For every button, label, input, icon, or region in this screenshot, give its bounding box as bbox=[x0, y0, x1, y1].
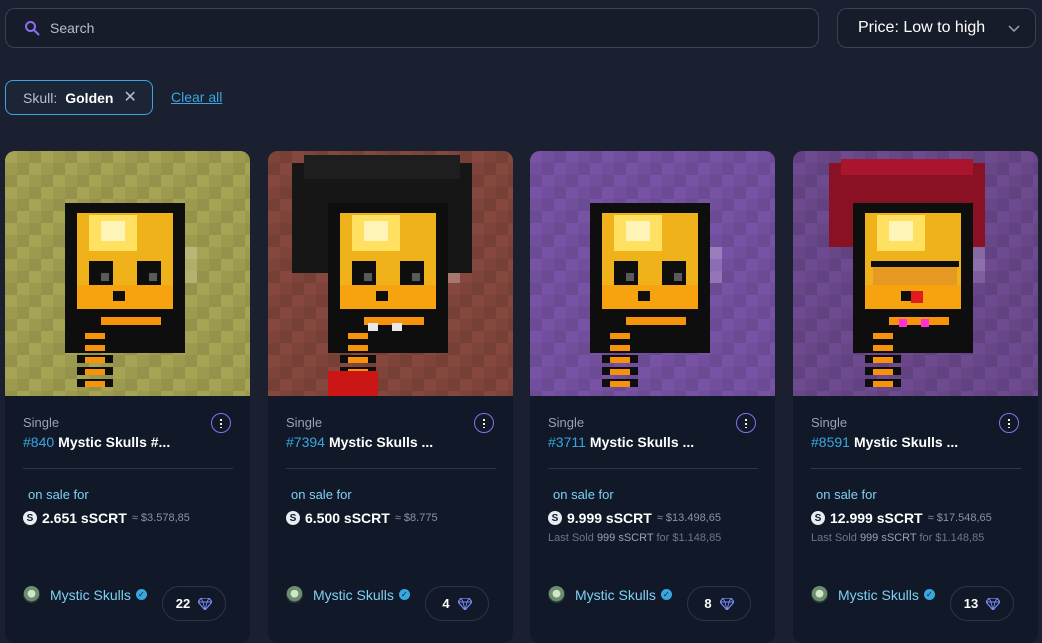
price-fiat: ≈ $8.775 bbox=[394, 512, 438, 524]
price-amount: 12.999 sSCRT bbox=[830, 510, 923, 526]
more-vertical-icon[interactable] bbox=[999, 413, 1019, 433]
divider bbox=[548, 468, 758, 469]
last-sold-value: 999 sSCRT bbox=[596, 532, 654, 544]
count-value: 4 bbox=[442, 596, 450, 611]
nft-image[interactable] bbox=[530, 151, 775, 396]
count-value: 13 bbox=[963, 596, 979, 611]
diamond-icon bbox=[457, 597, 472, 610]
favorites-count-button[interactable]: 4 bbox=[425, 586, 489, 621]
filter-chip-skull[interactable]: Skull: Golden ✕ bbox=[5, 80, 153, 115]
verified-badge-icon: ✓ bbox=[923, 589, 935, 600]
token-number: #8591 bbox=[811, 434, 850, 450]
nft-card-1[interactable]: Single #840 Mystic Skulls #... on sale fo… bbox=[5, 151, 250, 643]
verified-badge-icon: ✓ bbox=[135, 589, 147, 600]
collection-name: Mystic Skulls bbox=[838, 586, 919, 603]
last-sold-value: 999 sSCRT bbox=[859, 532, 917, 544]
sort-label: Price: Low to high bbox=[858, 19, 986, 36]
collection-link[interactable]: Mystic Skulls ✓ bbox=[548, 586, 672, 603]
on-sale-label: on sale for bbox=[816, 487, 877, 502]
price-fiat: ≈ $13.498,65 bbox=[656, 512, 721, 524]
token-number: #840 bbox=[23, 434, 55, 450]
nft-name: Mystic Skulls ... bbox=[853, 434, 959, 450]
collection-link[interactable]: Mystic Skulls ✓ bbox=[811, 586, 935, 603]
collection-avatar bbox=[548, 586, 565, 603]
more-vertical-icon[interactable] bbox=[474, 413, 494, 433]
clear-all-link[interactable]: Clear all bbox=[171, 89, 222, 105]
nft-name: Mystic Skulls #... bbox=[58, 434, 171, 450]
price-amount: 9.999 sSCRT bbox=[567, 510, 652, 526]
favorites-count-button[interactable]: 8 bbox=[687, 586, 751, 621]
last-sold-fiat: for $1.148,85 bbox=[919, 532, 985, 544]
nft-image[interactable] bbox=[793, 151, 1038, 396]
divider bbox=[811, 468, 1021, 469]
token-number: #3711 bbox=[548, 434, 586, 450]
scrt-coin-icon: S bbox=[286, 511, 300, 525]
last-sold-label: Last Sold bbox=[811, 532, 857, 544]
close-icon[interactable]: ✕ bbox=[123, 89, 136, 106]
collection-name: Mystic Skulls bbox=[50, 586, 131, 603]
scrt-coin-icon: S bbox=[548, 511, 562, 525]
divider bbox=[23, 468, 233, 469]
filter-value: Golden bbox=[65, 89, 114, 106]
on-sale-label: on sale for bbox=[28, 487, 89, 502]
nft-card-2[interactable]: Single #7394 Mystic Skulls ... on sale fo… bbox=[268, 151, 513, 643]
item-type: Single bbox=[548, 415, 585, 430]
last-sold: Last Sold 999 sSCRT for $1.148,85 bbox=[811, 532, 984, 544]
last-sold-fiat: for $1.148,85 bbox=[656, 532, 722, 544]
verified-badge-icon: ✓ bbox=[398, 589, 410, 600]
last-sold-label: Last Sold bbox=[548, 532, 594, 544]
collection-name: Mystic Skulls bbox=[575, 586, 656, 603]
sort-dropdown[interactable]: Price: Low to high bbox=[837, 8, 1036, 48]
search-icon bbox=[25, 21, 40, 36]
collection-avatar bbox=[286, 586, 303, 603]
price-row: S 2.651 sSCRT ≈ $3.578,85 bbox=[23, 510, 190, 526]
nft-image[interactable] bbox=[268, 151, 513, 396]
price-fiat: ≈ $3.578,85 bbox=[131, 512, 190, 524]
price-row: S 9.999 sSCRT ≈ $13.498,65 bbox=[548, 510, 721, 526]
verified-badge-icon: ✓ bbox=[660, 589, 672, 600]
search-bar[interactable] bbox=[5, 8, 819, 48]
last-sold: Last Sold 999 sSCRT for $1.148,85 bbox=[548, 532, 721, 544]
scrt-coin-icon: S bbox=[811, 511, 825, 525]
nft-title[interactable]: #3711 Mystic Skulls ... bbox=[548, 434, 694, 450]
on-sale-label: on sale for bbox=[291, 487, 352, 502]
item-type: Single bbox=[811, 415, 848, 430]
nft-title[interactable]: #8591 Mystic Skulls ... bbox=[811, 434, 958, 450]
collection-avatar bbox=[23, 586, 40, 603]
collection-link[interactable]: Mystic Skulls ✓ bbox=[286, 586, 410, 603]
nft-title[interactable]: #840 Mystic Skulls #... bbox=[23, 434, 170, 450]
collection-name: Mystic Skulls bbox=[313, 586, 394, 603]
on-sale-label: on sale for bbox=[553, 487, 614, 502]
price-row: S 12.999 sSCRT ≈ $17.548,65 bbox=[811, 510, 992, 526]
nft-name: Mystic Skulls ... bbox=[328, 434, 434, 450]
token-number: #7394 bbox=[286, 434, 325, 450]
price-fiat: ≈ $17.548,65 bbox=[927, 512, 992, 524]
nft-card-4[interactable]: Single #8591 Mystic Skulls ... on sale fo… bbox=[793, 151, 1038, 643]
item-type: Single bbox=[23, 415, 60, 430]
favorites-count-button[interactable]: 13 bbox=[950, 586, 1014, 621]
nft-card-3[interactable]: Single #3711 Mystic Skulls ... on sale fo… bbox=[530, 151, 775, 643]
chevron-down-icon bbox=[1008, 25, 1020, 33]
more-vertical-icon[interactable] bbox=[211, 413, 231, 433]
favorites-count-button[interactable]: 22 bbox=[162, 586, 226, 621]
diamond-icon bbox=[986, 597, 1001, 610]
divider bbox=[286, 468, 496, 469]
price-row: S 6.500 sSCRT ≈ $8.775 bbox=[286, 510, 438, 526]
count-value: 22 bbox=[175, 596, 191, 611]
nft-name: Mystic Skulls ... bbox=[589, 434, 695, 450]
scrt-coin-icon: S bbox=[23, 511, 37, 525]
filter-key: Skull: bbox=[23, 89, 58, 106]
count-value: 8 bbox=[704, 596, 712, 611]
nft-title[interactable]: #7394 Mystic Skulls ... bbox=[286, 434, 433, 450]
search-input[interactable] bbox=[50, 20, 750, 36]
nft-image[interactable] bbox=[5, 151, 250, 396]
collection-link[interactable]: Mystic Skulls ✓ bbox=[23, 586, 147, 603]
diamond-icon bbox=[198, 597, 213, 610]
price-amount: 2.651 sSCRT bbox=[42, 510, 127, 526]
more-vertical-icon[interactable] bbox=[736, 413, 756, 433]
collection-avatar bbox=[811, 586, 828, 603]
item-type: Single bbox=[286, 415, 323, 430]
diamond-icon bbox=[719, 597, 734, 610]
price-amount: 6.500 sSCRT bbox=[305, 510, 390, 526]
